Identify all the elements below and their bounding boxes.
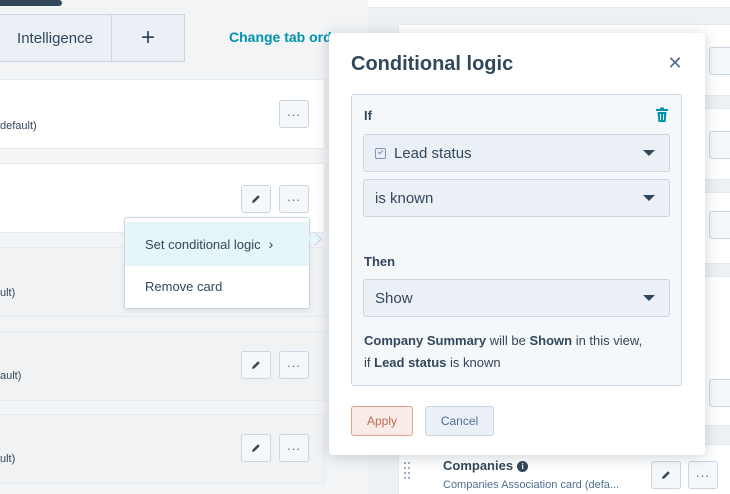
card-subtitle: ult) <box>0 287 16 299</box>
dialog-title: Conditional logic <box>351 53 514 75</box>
more-icon: ... <box>696 464 710 480</box>
summary-text: if <box>364 355 371 370</box>
edit-card-button[interactable] <box>241 351 271 379</box>
action-select-value: Show <box>375 289 413 307</box>
action-select[interactable]: Show <box>363 279 670 317</box>
card-more-button[interactable] <box>709 211 730 239</box>
info-icon[interactable]: i <box>517 461 529 472</box>
tab-bar: Intelligence + Change tab order <box>0 14 368 62</box>
menu-item-label: Set conditional logic <box>145 236 261 252</box>
more-icon: ... <box>287 354 301 370</box>
trash-icon[interactable] <box>655 107 669 123</box>
if-label: If <box>364 108 372 123</box>
more-icon: ... <box>287 103 301 119</box>
card-more-button[interactable]: ... <box>279 351 309 379</box>
condition-select[interactable]: is known <box>363 179 670 217</box>
card-subtitle: default) <box>0 120 37 132</box>
card-context-menu: Set conditional logic › Remove card <box>124 217 323 309</box>
card-more-button[interactable]: ... <box>279 100 309 128</box>
more-icon: ... <box>287 437 301 453</box>
then-label: Then <box>364 254 396 269</box>
summary-text: in this view, <box>575 333 643 348</box>
condition-select-value: is known <box>375 189 434 207</box>
property-icon <box>375 147 386 159</box>
caret-down-icon <box>643 150 655 156</box>
companies-card-subtitle: Companies Association card (defa... <box>443 479 620 491</box>
summary-property: Lead status <box>374 355 447 370</box>
menu-item-label: Remove card <box>145 278 223 294</box>
card: default) ... <box>0 79 325 149</box>
card-more-button[interactable]: ... <box>688 461 718 489</box>
add-tab-button[interactable]: + <box>111 14 185 62</box>
property-select[interactable]: Lead status <box>363 134 670 172</box>
summary-card-name: Company Summary <box>364 333 487 348</box>
companies-title-text: Companies <box>443 458 514 473</box>
companies-card-title: Companies i <box>443 458 529 473</box>
card-more-button[interactable]: ... <box>279 434 309 462</box>
close-icon[interactable]: ✕ <box>665 53 685 73</box>
summary-action: Shown <box>529 333 573 348</box>
edit-card-button[interactable] <box>651 461 681 489</box>
card: ult) ... <box>0 414 325 484</box>
pencil-icon <box>252 361 260 369</box>
pencil-icon <box>252 444 260 452</box>
apply-button[interactable]: Apply <box>351 406 413 436</box>
logic-summary: Company Summary will be Shown in this vi… <box>364 330 674 374</box>
edit-card-button[interactable] <box>241 434 271 462</box>
tab-intelligence[interactable]: Intelligence <box>0 14 112 62</box>
card: ault) ... <box>0 331 325 401</box>
card-more-button[interactable]: ... <box>279 185 309 213</box>
change-tab-order-link[interactable]: Change tab order <box>229 29 345 45</box>
card-more-button[interactable] <box>709 131 730 159</box>
summary-text: is known <box>450 355 501 370</box>
menu-item-remove-card[interactable]: Remove card <box>125 264 309 308</box>
more-icon: ... <box>287 188 301 204</box>
conditional-logic-dialog: Conditional logic ✕ If Lead status is kn… <box>329 33 705 455</box>
logic-box: If Lead status is known Then Show Compan… <box>351 94 682 386</box>
right-top-strip <box>368 0 730 8</box>
card-more-button[interactable] <box>709 47 730 75</box>
caret-down-icon <box>643 195 655 201</box>
pencil-icon <box>252 195 260 203</box>
edit-card-button[interactable] <box>241 185 271 213</box>
drag-handle-icon[interactable] <box>404 462 412 484</box>
card-subtitle: ult) <box>0 453 16 465</box>
caret-down-icon <box>643 295 655 301</box>
pencil-icon <box>662 471 670 479</box>
menu-item-set-conditional-logic[interactable]: Set conditional logic › <box>125 222 309 266</box>
top-indicator <box>0 0 62 6</box>
property-select-value: Lead status <box>394 144 472 162</box>
chevron-right-icon: › <box>268 236 274 252</box>
card-subtitle: ault) <box>0 370 22 382</box>
summary-text: will be <box>489 333 526 348</box>
card-more-button[interactable] <box>709 379 730 407</box>
cancel-button[interactable]: Cancel <box>425 406 494 436</box>
